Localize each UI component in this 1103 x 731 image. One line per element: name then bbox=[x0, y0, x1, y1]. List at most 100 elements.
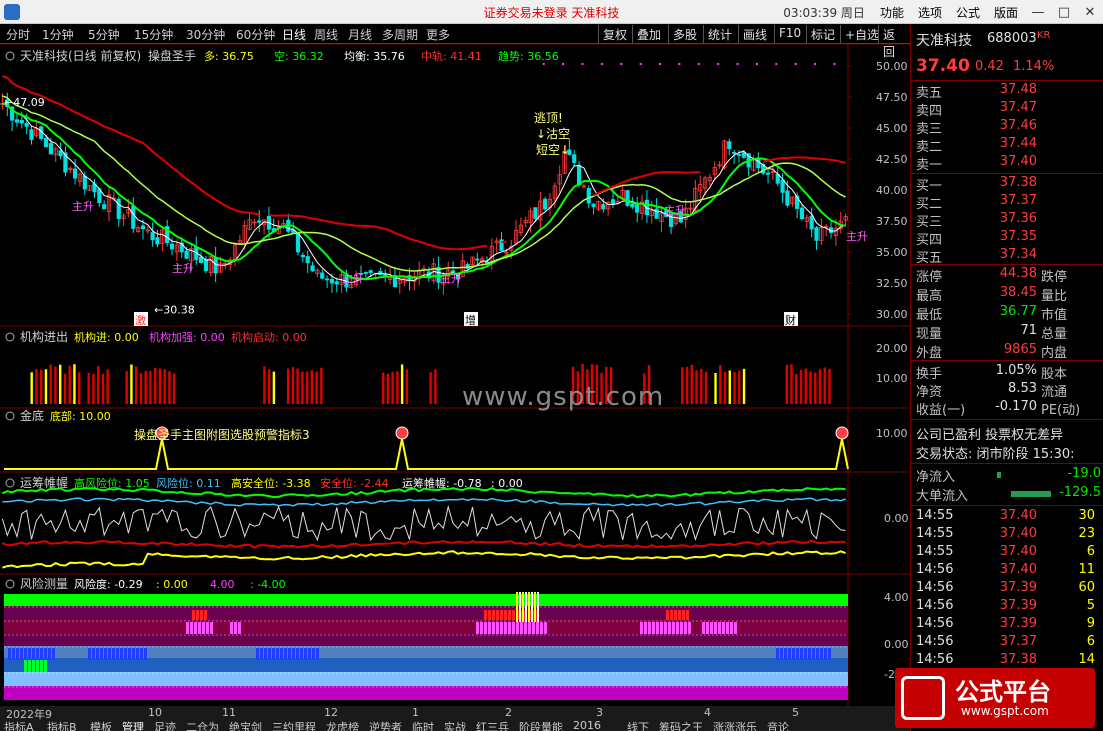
risk-spike bbox=[206, 622, 209, 634]
formula-tab[interactable]: 2016 bbox=[573, 719, 601, 731]
period-15min[interactable]: 15分钟 bbox=[134, 26, 173, 43]
close-icon[interactable]: ✕ bbox=[1077, 0, 1103, 24]
menu-layout[interactable]: 版面 bbox=[987, 4, 1025, 21]
period-5min[interactable]: 5分钟 bbox=[88, 26, 120, 43]
formula-tab[interactable]: 龙虎榜 bbox=[326, 719, 359, 731]
institution-bar bbox=[434, 369, 437, 404]
formula-tab[interactable]: 线下 bbox=[627, 719, 649, 731]
formula-tab[interactable]: 绝宝剑 bbox=[229, 719, 262, 731]
y-tick: 10.00 bbox=[876, 372, 908, 385]
period-60min[interactable]: 60分钟 bbox=[236, 26, 275, 43]
main-rise-marker: 主升 bbox=[172, 262, 194, 275]
risk-spike bbox=[652, 622, 655, 634]
risk-spike bbox=[544, 622, 547, 634]
risk-spike bbox=[238, 622, 241, 634]
period-multi[interactable]: 多周期 bbox=[382, 26, 418, 43]
overlay-button[interactable]: 叠加 bbox=[632, 25, 665, 43]
tick-row: 14:56 37.39 5 bbox=[911, 598, 1103, 616]
institution-bar bbox=[144, 370, 147, 404]
formula-tab[interactable]: 逆势者 bbox=[369, 719, 402, 731]
institution-bar bbox=[799, 369, 803, 404]
main-kline-panel[interactable]: ←47.09←30.38逃顶!↓沽空短空↓主升主升主升 主升主升主升激增财 bbox=[0, 63, 868, 327]
formula-tab[interactable]: 管理 bbox=[122, 719, 144, 731]
risk-spike-red bbox=[496, 610, 499, 620]
institution-bar bbox=[286, 368, 290, 404]
formula-tab[interactable]: 阶段量能 bbox=[519, 719, 563, 731]
main-rise-marker: 主升 bbox=[440, 272, 462, 285]
candle-body bbox=[368, 270, 373, 273]
institution-bar bbox=[296, 368, 299, 404]
stats-button[interactable]: 统计 bbox=[703, 25, 736, 43]
logo-text: 公式平台 bbox=[955, 678, 1051, 706]
period-30min[interactable]: 30分钟 bbox=[186, 26, 225, 43]
chart-area[interactable]: ←47.09 ←30.38 逃顶! ↓沽空 短空↓ 主升 主升 主升 主升 主升 主升激增财 操盘圣… bbox=[0, 43, 910, 706]
candle-body bbox=[785, 190, 790, 206]
period-monthly[interactable]: 月线 bbox=[348, 26, 372, 43]
institution-bar bbox=[44, 369, 48, 404]
chart-canvas[interactable]: ←47.09←30.38逃顶!↓沽空短空↓主升主升主升 主升主升主升激增财 操盘圣… bbox=[0, 43, 910, 706]
risk-spike bbox=[516, 622, 519, 634]
candle-body bbox=[29, 129, 34, 140]
stat-row: 外盘 9865 内盘 bbox=[911, 342, 1103, 361]
safe-spike bbox=[280, 648, 283, 660]
safe-spike bbox=[52, 648, 55, 660]
ask-row: 卖三 37.46 bbox=[911, 118, 1103, 137]
candle-body bbox=[533, 207, 538, 219]
stat-row-label: 外盘 bbox=[916, 346, 943, 361]
gold-bottom-panel[interactable]: 操盘圣手主图附图选股预警指标3 bbox=[4, 426, 849, 470]
safe-spike bbox=[144, 648, 147, 660]
flow-label: 净流入 bbox=[916, 470, 956, 485]
safe-spike bbox=[784, 648, 787, 660]
formula-tab[interactable]: 临时 bbox=[412, 719, 434, 731]
formula-tab[interactable]: 指标B bbox=[47, 719, 77, 731]
period-daily[interactable]: 日线 bbox=[282, 26, 306, 43]
formula-tab[interactable]: 足迹 bbox=[154, 719, 176, 731]
formula-tab[interactable]: 涨涨涨乐 bbox=[713, 719, 757, 731]
candle-body bbox=[48, 143, 53, 155]
institution-bar bbox=[429, 372, 432, 404]
formula-tab[interactable]: 实战 bbox=[444, 719, 466, 731]
formula-tab[interactable]: 指标A bbox=[4, 719, 34, 731]
formula-tab[interactable]: 二仓为 bbox=[186, 719, 219, 731]
safe-spike bbox=[792, 648, 795, 660]
back-button[interactable]: 返回 bbox=[878, 25, 910, 59]
institution-panel[interactable] bbox=[30, 364, 831, 404]
institution-bar bbox=[87, 372, 90, 404]
mark-button[interactable]: 标记 bbox=[806, 25, 839, 43]
risk-spike bbox=[684, 622, 687, 634]
add-watchlist-button[interactable]: +自选 bbox=[840, 25, 883, 43]
period-1min[interactable]: 1分钟 bbox=[42, 26, 74, 43]
fin-row-label: 净资 bbox=[916, 385, 943, 400]
signal-dot bbox=[717, 63, 720, 65]
institution-bar bbox=[728, 370, 731, 404]
f10-button[interactable]: F10 bbox=[774, 25, 805, 43]
period-more[interactable]: 更多 bbox=[426, 26, 450, 43]
last-price: 37.40 bbox=[916, 56, 970, 76]
risk-spike bbox=[520, 622, 523, 634]
formula-tab[interactable]: 筹码之王 bbox=[659, 719, 703, 731]
period-timeshare[interactable]: 分时 bbox=[6, 26, 30, 43]
formula-tab[interactable]: 模板 bbox=[90, 719, 112, 731]
adjust-button[interactable]: 复权 bbox=[598, 25, 631, 43]
institution-bar bbox=[685, 366, 689, 404]
safe-spike bbox=[20, 648, 23, 660]
formula-tab[interactable]: 三约里程 bbox=[272, 719, 316, 731]
bid-row-value: 37.37 bbox=[999, 193, 1037, 208]
safe-spike bbox=[828, 648, 831, 660]
multi-stock-button[interactable]: 多股 bbox=[668, 25, 701, 43]
candle-body bbox=[780, 179, 785, 193]
risk-panel[interactable] bbox=[4, 592, 848, 700]
maximize-icon[interactable]: □ bbox=[1051, 0, 1077, 24]
period-weekly[interactable]: 周线 bbox=[314, 26, 338, 43]
minimize-icon[interactable]: — bbox=[1025, 0, 1051, 24]
draw-line-button[interactable]: 画线 bbox=[738, 25, 771, 43]
strategy-panel[interactable] bbox=[1, 486, 846, 569]
risk-param: 风险度: -0.29 bbox=[74, 577, 143, 591]
menu-function[interactable]: 功能 bbox=[873, 4, 911, 21]
formula-tab[interactable]: 音论 bbox=[767, 719, 789, 731]
formula-tab[interactable]: 红三兵 bbox=[476, 719, 509, 731]
price-change: 0.42 bbox=[975, 59, 1004, 74]
menu-formula[interactable]: 公式 bbox=[949, 4, 987, 21]
menu-options[interactable]: 选项 bbox=[911, 4, 949, 21]
tick-row: 14:56 37.40 11 bbox=[911, 562, 1103, 580]
